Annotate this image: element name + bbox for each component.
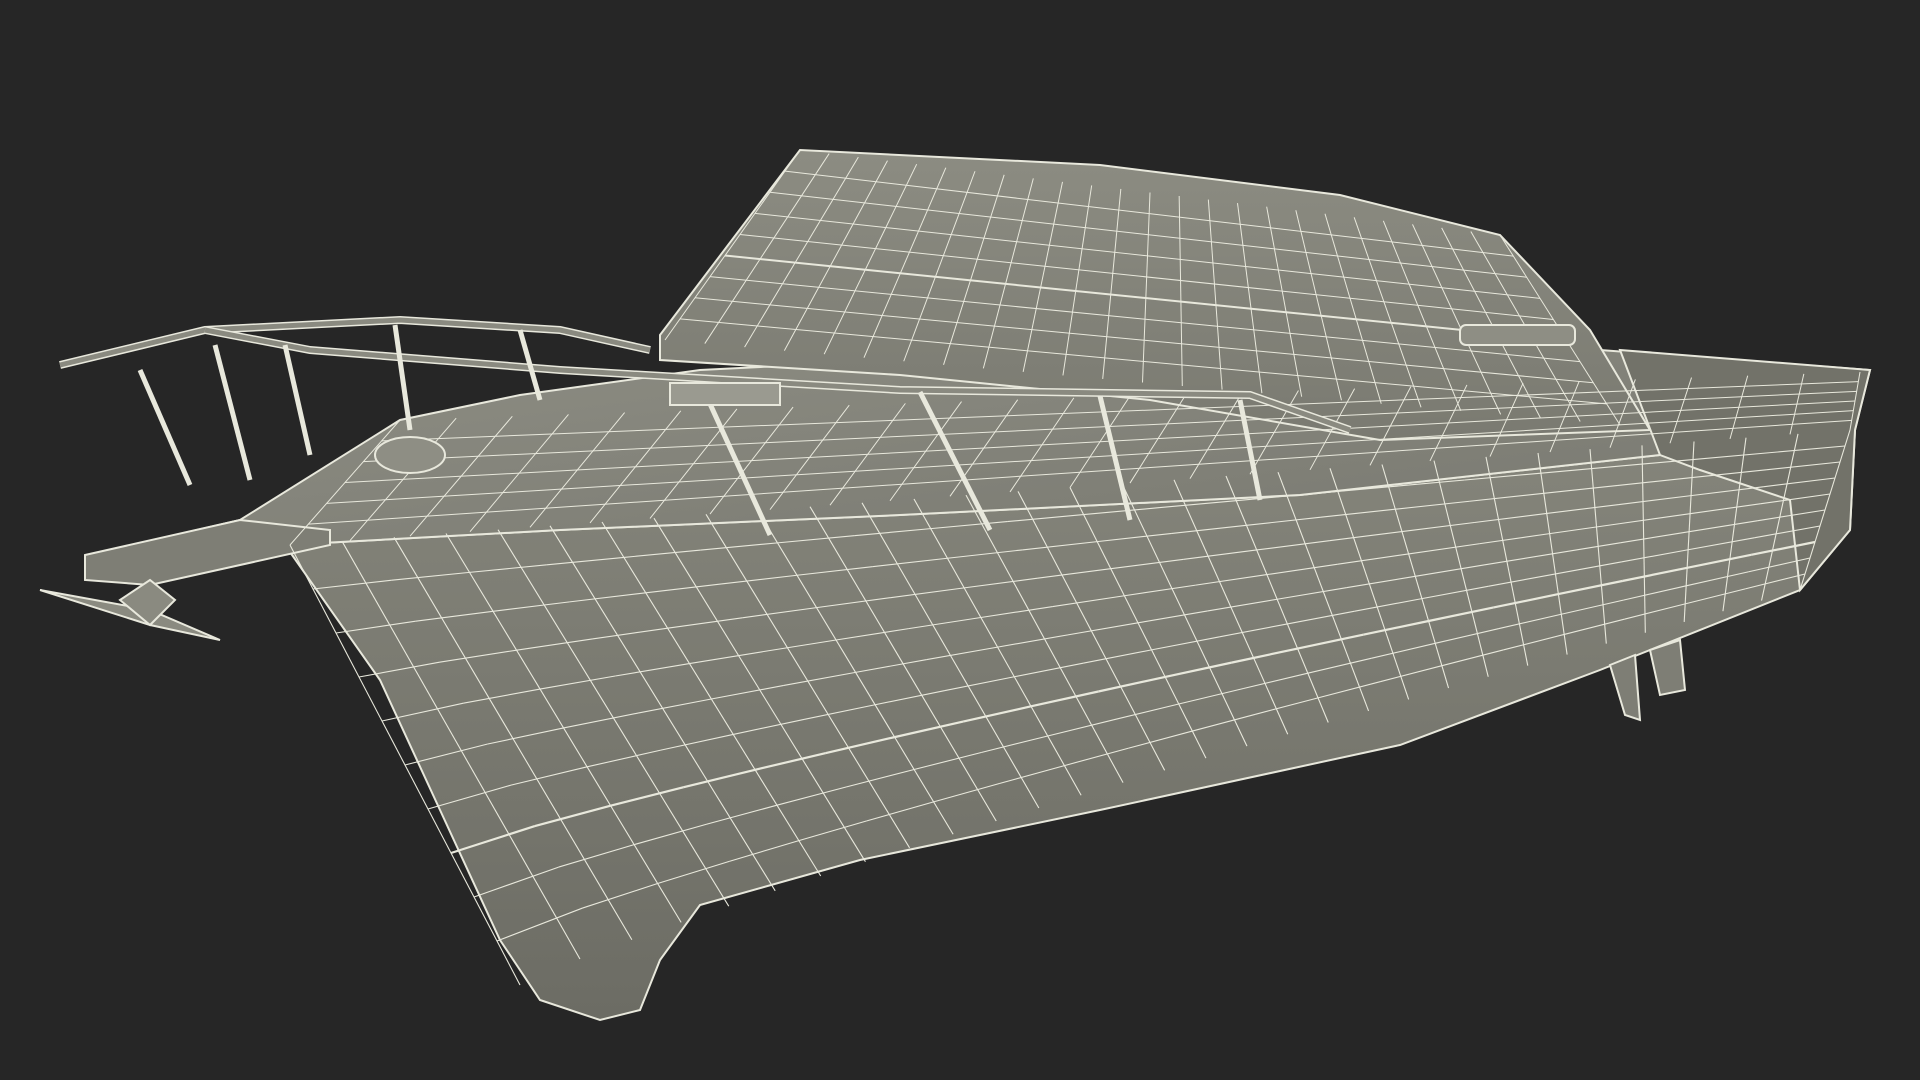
boat-wireframe-render xyxy=(39,148,1872,1022)
strut xyxy=(1648,638,1687,697)
rudder xyxy=(1608,653,1642,722)
bow-pulpit xyxy=(84,518,331,587)
render-viewport xyxy=(0,0,1920,1080)
side-vent xyxy=(1459,324,1576,346)
anchor-windlass xyxy=(374,436,446,474)
anchor xyxy=(39,578,221,641)
deck-hatch xyxy=(669,382,781,406)
